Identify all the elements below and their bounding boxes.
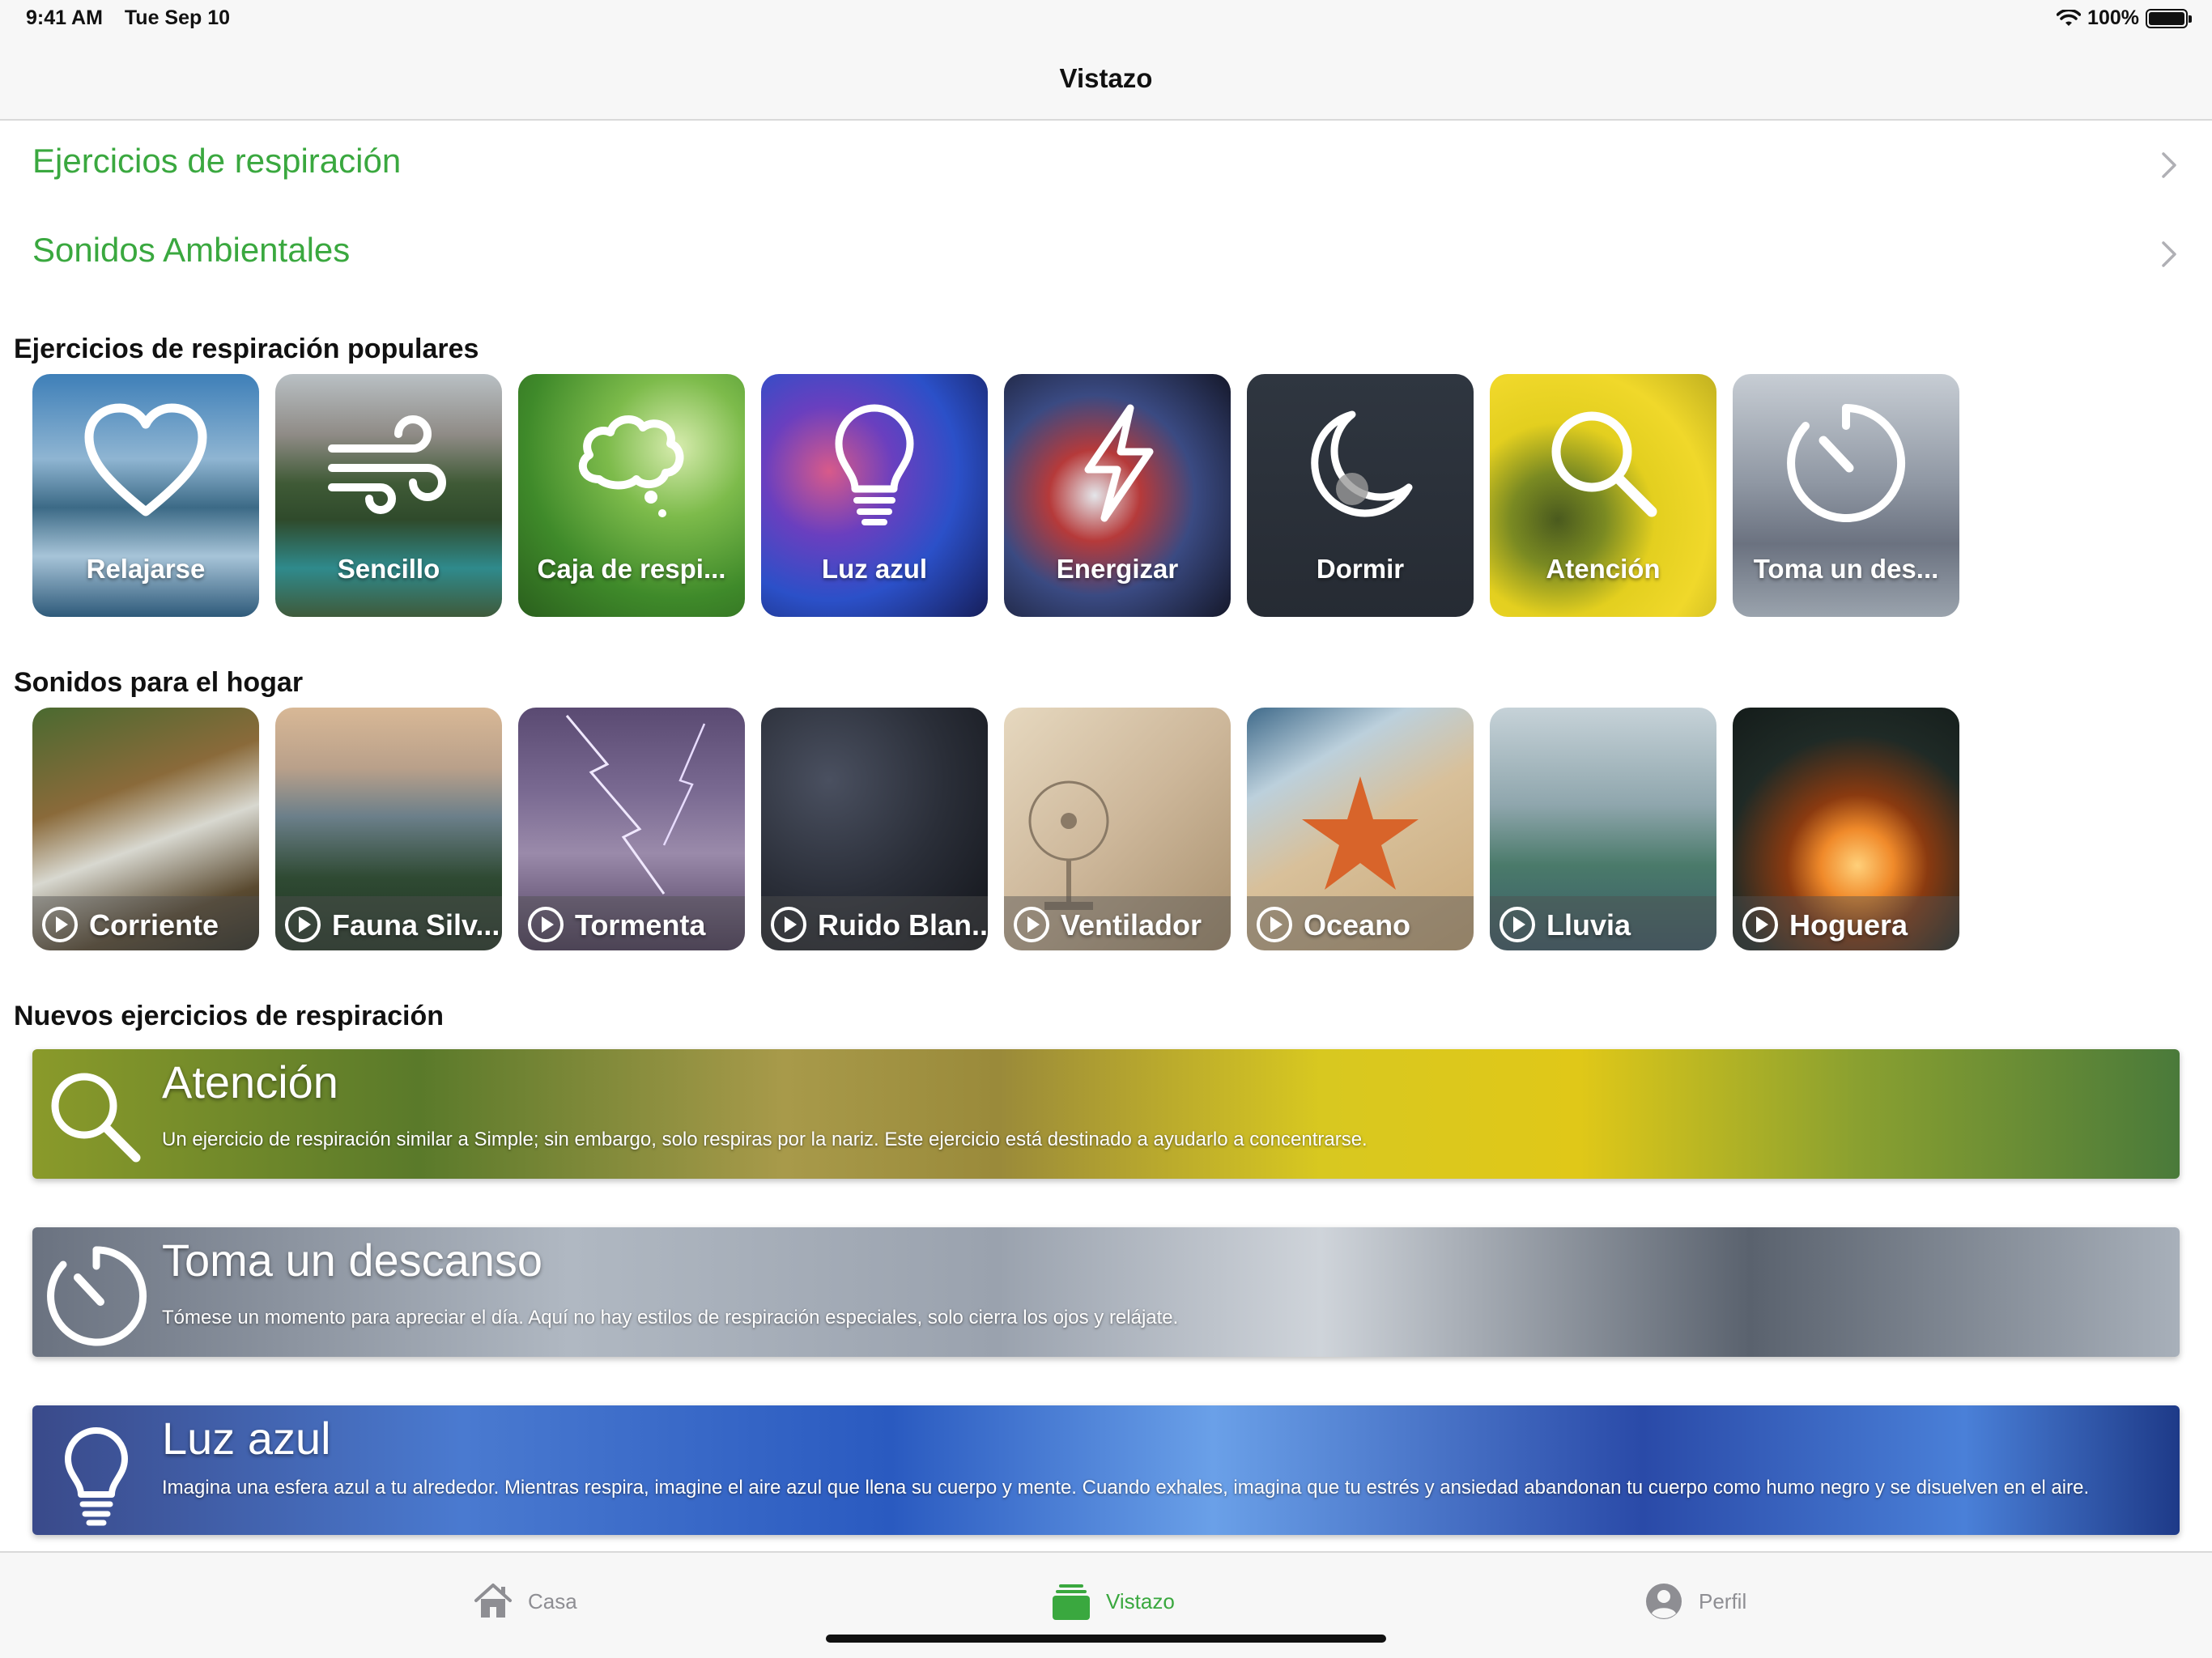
chevron-right-icon [2162,241,2176,267]
wifi-icon [2057,9,2082,26]
tab-label: Vistazo [1106,1588,1175,1613]
person-circle-icon [1646,1584,1682,1619]
sound-tile-stream[interactable]: Corriente [32,708,259,950]
status-bar: 9:41 AM Tue Sep 10 100% [0,0,2212,39]
tab-label: Perfil [1699,1588,1747,1613]
banner-title: Toma un descanso [162,1235,543,1286]
link-breathing-exercises[interactable]: Ejercicios de respiración [0,121,2212,210]
play-icon [528,907,564,942]
tile-label: Oceano [1304,908,1411,942]
exercise-tile-blue-light[interactable]: Luz azul [761,374,988,617]
link-label: Ejercicios de respiración [32,142,402,180]
magnifier-icon [51,1073,141,1163]
sound-tile-fan[interactable]: Ventilador [1004,708,1231,950]
play-icon [1742,907,1778,942]
tile-label: Ventilador [1061,908,1202,942]
sound-tile-ocean[interactable]: Oceano [1247,708,1474,950]
heart-icon [84,403,207,517]
lightbulb-icon [65,1427,128,1526]
exercise-tile-box-breathing[interactable]: Caja de respi... [518,374,745,617]
banner-description: Imagina una esfera azul a tu alrededor. … [162,1477,2090,1499]
magnifier-icon [1551,411,1657,517]
status-time: 9:41 AM [26,6,103,29]
new-exercise-attention[interactable]: Atención Un ejercicio de respiración sim… [32,1049,2180,1179]
sound-tile-storm[interactable]: Tormenta [518,708,745,950]
moon-icon [1311,410,1413,517]
timer-icon [47,1246,147,1346]
lightning-bolt-graphic [565,715,706,895]
play-icon [771,907,806,942]
tile-label: Caja de respi... [537,554,726,584]
exercise-tile-simple[interactable]: Sencillo [275,374,502,617]
tile-label: Atención [1546,554,1661,584]
tile-label: Corriente [89,908,219,942]
tile-label: Ruido Blan... [818,908,988,942]
play-icon [285,907,321,942]
sound-tile-rain[interactable]: Lluvia [1490,708,1716,950]
stack-icon [1053,1584,1090,1620]
tile-label: Luz azul [821,554,928,584]
banner-description: Un ejercicio de respiración similar a Si… [162,1129,1368,1150]
thought-bubble-icon [578,415,684,517]
banner-description: Tómese un momento para apreciar el día. … [162,1307,1179,1329]
exercise-tile-sleep[interactable]: Dormir [1247,374,1474,617]
play-icon [1257,907,1292,942]
banner-title: Atención [162,1056,338,1107]
navigation-bar: Vistazo [0,39,2212,121]
starfish-graphic [1302,776,1419,890]
play-icon [42,907,78,942]
exercise-tile-take-a-break[interactable]: Toma un des... [1733,374,1959,617]
tile-label: Toma un des... [1753,554,1939,584]
lightbulb-icon [835,404,914,525]
tile-label: Tormenta [575,908,706,942]
section-title-new-exercises: Nuevos ejercicios de respiración [14,1001,445,1031]
tile-label: Energizar [1056,554,1179,584]
chevron-right-icon [2162,152,2176,178]
sound-tile-campfire[interactable]: Hoguera [1733,708,1959,950]
tab-label: Casa [528,1588,577,1613]
sound-tile-wildlife[interactable]: Fauna Silv... [275,708,502,950]
exercise-tile-energize[interactable]: Energizar [1004,374,1231,617]
tile-label: Lluvia [1546,908,1631,942]
status-time-date: 9:41 AM Tue Sep 10 [26,6,246,30]
wind-icon [328,415,446,514]
status-date: Tue Sep 10 [124,6,231,29]
timer-icon [1787,404,1906,522]
popular-exercises-row: Relajarse Sencillo Caja de respi... Luz … [32,374,2186,617]
tile-label: Dormir [1316,554,1405,584]
section-title-home-sounds: Sonidos para el hogar [14,667,304,698]
lightning-icon [1084,404,1154,522]
new-exercise-blue-light[interactable]: Luz azul Imagina una esfera azul a tu al… [32,1405,2180,1535]
tab-casa[interactable]: Casa [473,1579,577,1624]
house-icon [474,1584,512,1618]
tile-label: Fauna Silv... [332,908,500,942]
tile-label: Hoguera [1789,908,1908,942]
tab-vistazo[interactable]: Vistazo [1051,1579,1175,1624]
banner-title: Luz azul [162,1413,331,1464]
exercise-tile-attention[interactable]: Atención [1490,374,1716,617]
section-title-popular: Ejercicios de respiración populares [14,334,479,364]
new-exercise-take-a-break[interactable]: Toma un descanso Tómese un momento para … [32,1227,2180,1357]
home-indicator[interactable] [826,1635,1386,1643]
tab-perfil[interactable]: Perfil [1644,1579,1746,1624]
link-ambient-sounds[interactable]: Sonidos Ambientales [0,210,2212,300]
battery-percent: 100% [2087,6,2139,29]
play-icon [1014,907,1049,942]
status-indicators: 100% [2057,6,2192,30]
sound-tile-white-noise[interactable]: Ruido Blan... [761,708,988,950]
home-sounds-row: Corriente Fauna Silv... Tormenta Ruido B… [32,708,2186,950]
exercise-tile-relax[interactable]: Relajarse [32,374,259,617]
page-title: Vistazo [1059,63,1153,93]
tile-label: Sencillo [337,554,440,584]
link-label: Sonidos Ambientales [32,231,351,269]
battery-icon [2146,8,2192,28]
tile-label: Relajarse [86,554,206,584]
play-icon [1499,907,1535,942]
